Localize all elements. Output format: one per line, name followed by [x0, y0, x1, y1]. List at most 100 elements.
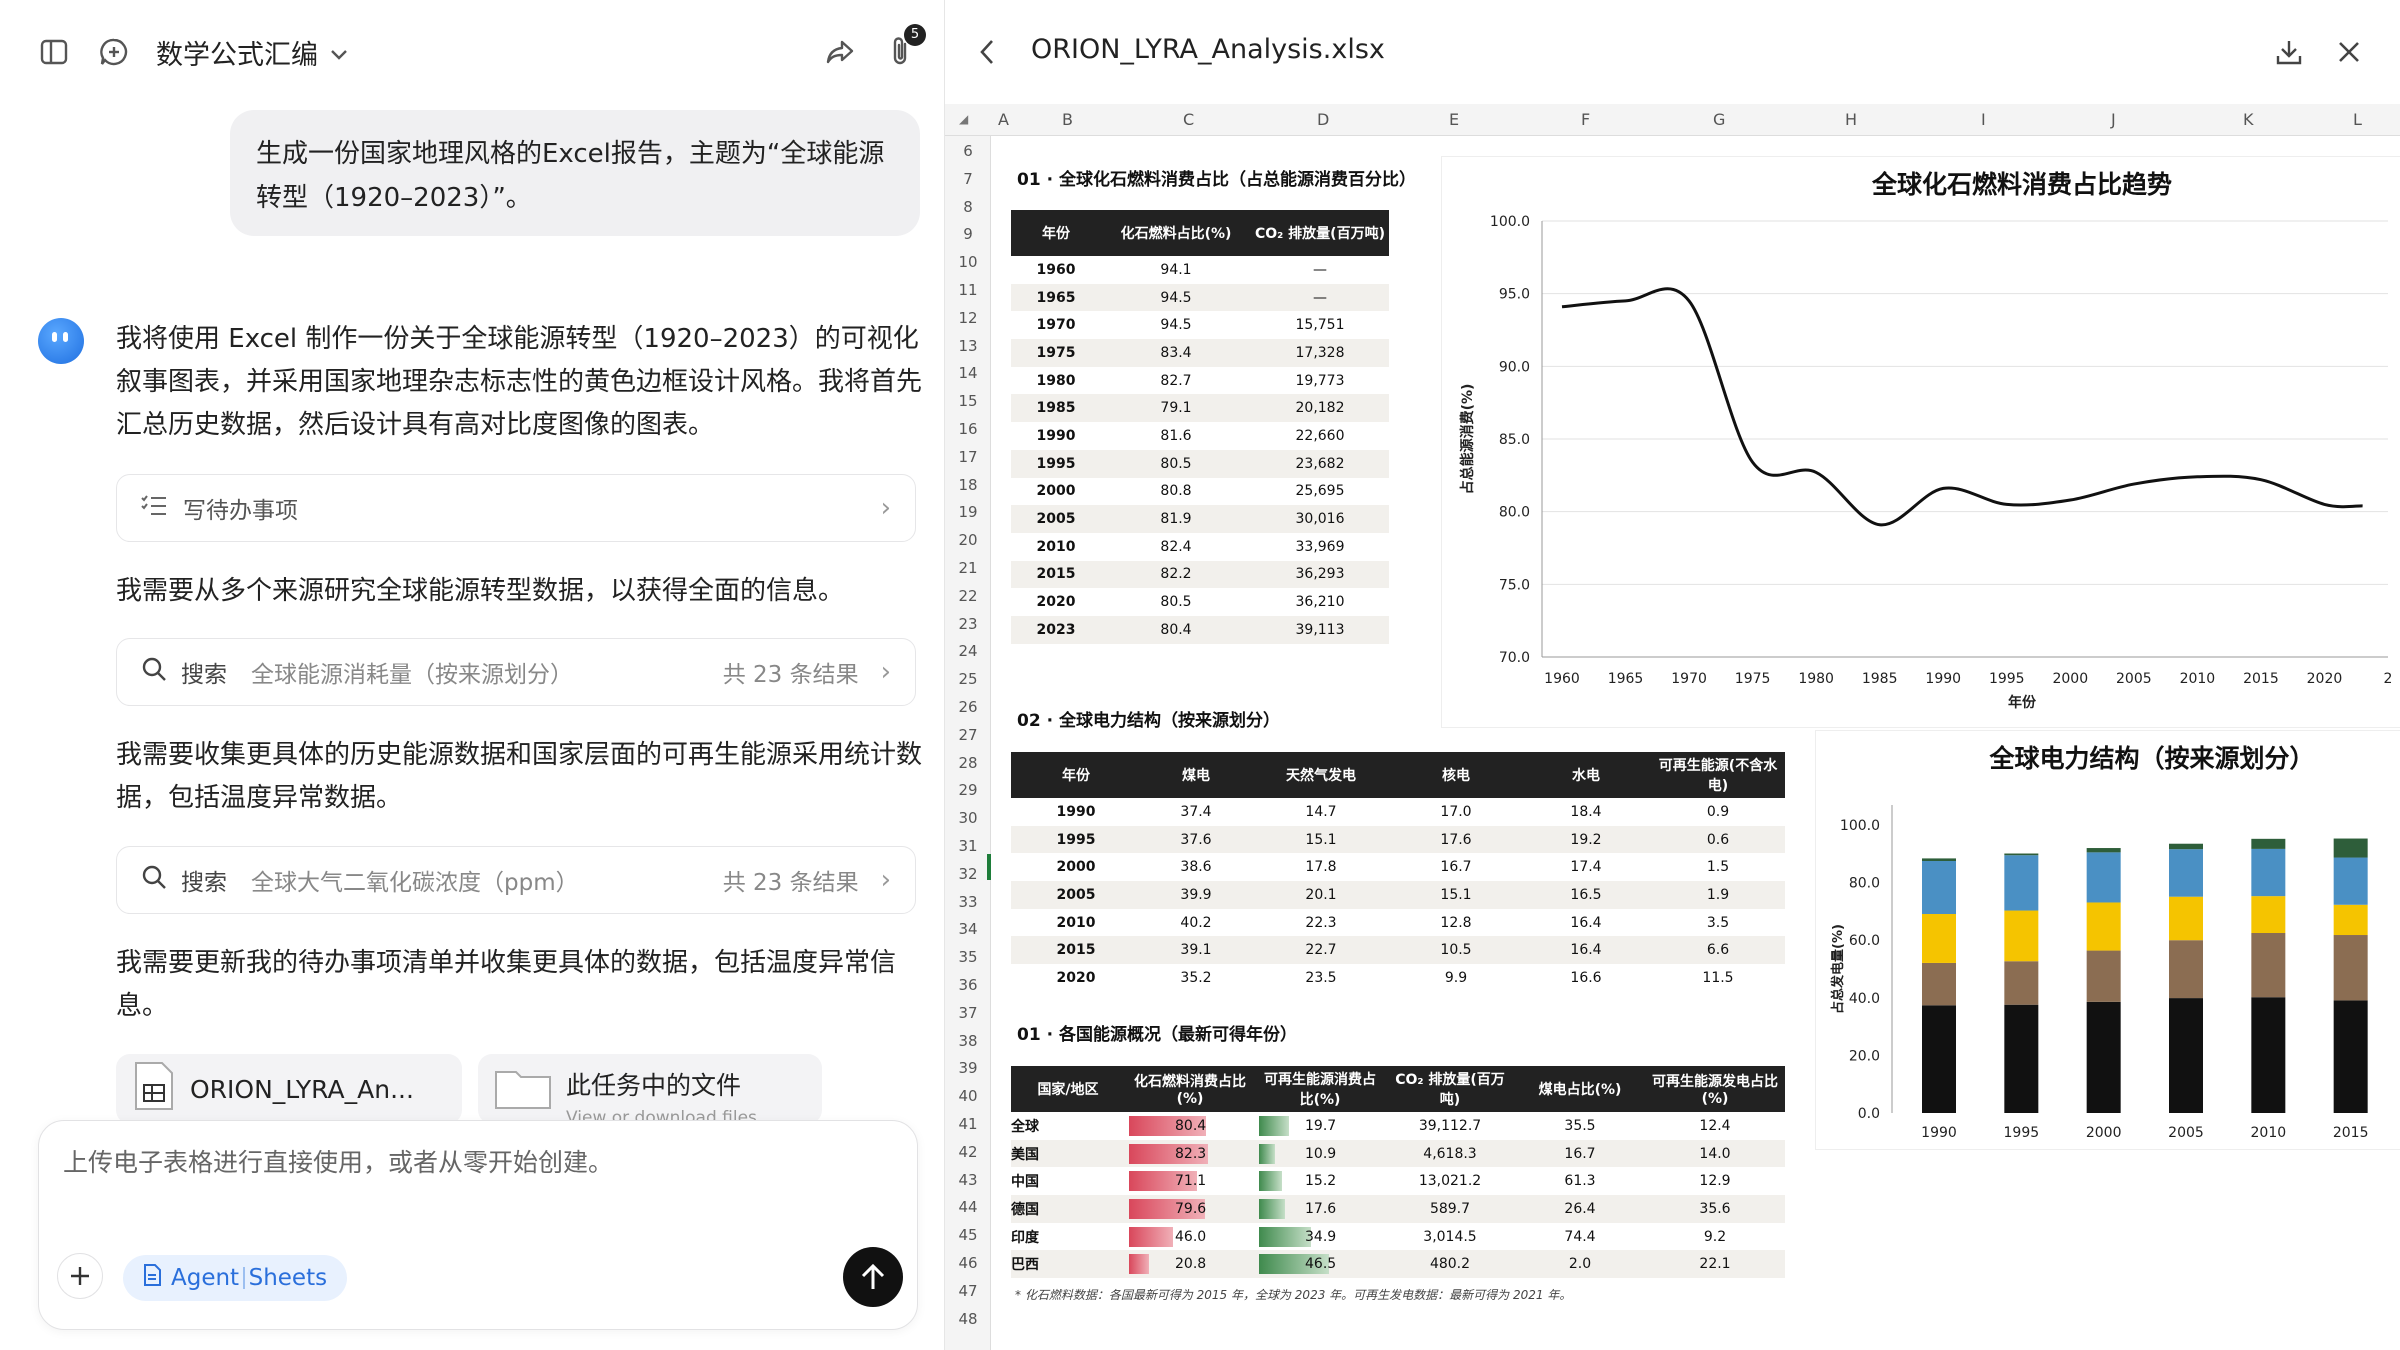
table-cell[interactable]: 1970	[1011, 311, 1101, 339]
table-cell[interactable]: 37.6	[1141, 825, 1251, 854]
col-header[interactable]: D	[1317, 110, 1329, 129]
row-header[interactable]: 46	[945, 1254, 991, 1272]
row-header[interactable]: 48	[945, 1310, 991, 1328]
table-cell[interactable]: 16.4	[1521, 909, 1651, 937]
close-icon[interactable]	[2331, 34, 2367, 70]
row-header[interactable]: 17	[945, 448, 991, 466]
row-header[interactable]: 10	[945, 253, 991, 271]
table-cell[interactable]: 30,016	[1251, 505, 1389, 533]
table-cell[interactable]: 16.6	[1521, 964, 1651, 992]
row-header[interactable]: 22	[945, 587, 991, 605]
table-cell[interactable]: 中国	[1011, 1167, 1125, 1195]
table-cell[interactable]: 2000	[1011, 478, 1101, 506]
table-cell[interactable]: 17.6	[1255, 1195, 1385, 1223]
table-cell[interactable]: 39.1	[1141, 936, 1251, 965]
table-cell[interactable]: 33,969	[1251, 533, 1389, 561]
table-cell[interactable]: 94.5	[1101, 311, 1251, 339]
row-header[interactable]: 35	[945, 948, 991, 966]
sidebar-toggle-icon[interactable]	[36, 34, 72, 70]
table-cell[interactable]: 16.4	[1521, 936, 1651, 965]
table-cell[interactable]: 20.1	[1251, 881, 1391, 909]
table-cell[interactable]: 15.1	[1251, 825, 1391, 854]
row-header[interactable]: 18	[945, 476, 991, 494]
table-cell[interactable]: 94.1	[1101, 256, 1251, 284]
row-header[interactable]: 16	[945, 420, 991, 438]
table-cell[interactable]: 印度	[1011, 1223, 1125, 1251]
table-cell[interactable]: 德国	[1011, 1195, 1125, 1223]
message-input[interactable]: 上传电子表格进行直接使用，或者从零开始创建。	[63, 1143, 613, 1179]
row-header[interactable]: 30	[945, 809, 991, 827]
row-header[interactable]: 20	[945, 531, 991, 549]
table-cell[interactable]: 1985	[1011, 394, 1101, 423]
table-cell[interactable]: 80.8	[1101, 478, 1251, 506]
chat-title-dropdown[interactable]: 数学公式汇编	[156, 32, 348, 72]
table-cell[interactable]: 589.7	[1385, 1195, 1515, 1223]
table-cell[interactable]: 19.7	[1255, 1112, 1385, 1140]
table-cell[interactable]: 16.7	[1391, 853, 1521, 881]
add-button[interactable]	[57, 1253, 103, 1299]
send-button[interactable]	[843, 1247, 903, 1307]
row-header[interactable]: 13	[945, 337, 991, 355]
table-cell[interactable]: 12.9	[1645, 1167, 1785, 1195]
col-header[interactable]: L	[2353, 110, 2362, 129]
table-cell[interactable]: 6.6	[1651, 936, 1785, 965]
table-cell[interactable]: 480.2	[1385, 1250, 1515, 1279]
table-cell[interactable]: 17.4	[1521, 853, 1651, 881]
table-cell[interactable]: 14.0	[1645, 1139, 1785, 1168]
download-icon[interactable]	[2271, 34, 2307, 70]
table-cell[interactable]: 16.5	[1521, 881, 1651, 909]
col-header[interactable]: K	[2243, 110, 2254, 129]
table-cell[interactable]: 2015	[1011, 560, 1101, 589]
table-cell[interactable]: 74.4	[1515, 1223, 1645, 1251]
col-header[interactable]: J	[2111, 110, 2116, 129]
message-input-box[interactable]: 上传电子表格进行直接使用，或者从零开始创建。 Agent Sheets	[38, 1120, 918, 1330]
row-header[interactable]: 39	[945, 1059, 991, 1077]
row-header[interactable]: 7	[945, 170, 991, 188]
table-cell[interactable]: 1.5	[1651, 853, 1785, 881]
table-cell[interactable]: —	[1251, 283, 1389, 312]
table-cell[interactable]: 23.5	[1251, 964, 1391, 992]
table-cell[interactable]: 10.9	[1255, 1139, 1385, 1168]
row-header[interactable]: 40	[945, 1087, 991, 1105]
table-cell[interactable]: 2010	[1011, 909, 1141, 937]
table-cell[interactable]: —	[1251, 256, 1389, 284]
table-cell[interactable]: 22.1	[1645, 1250, 1785, 1279]
table-cell[interactable]: 82.4	[1101, 533, 1251, 561]
table-cell[interactable]: 82.7	[1101, 367, 1251, 395]
row-header[interactable]: 28	[945, 754, 991, 772]
new-chat-icon[interactable]	[96, 34, 132, 70]
table-cell[interactable]: 2023	[1011, 615, 1101, 644]
table-cell[interactable]: 全球	[1011, 1112, 1125, 1140]
table-cell[interactable]: 82.2	[1101, 560, 1251, 589]
table-cell[interactable]: 10.5	[1391, 936, 1521, 965]
row-header[interactable]: 37	[945, 1004, 991, 1022]
table-cell[interactable]: 2020	[1011, 964, 1141, 992]
table-cell[interactable]: 18.4	[1521, 798, 1651, 826]
table-cell[interactable]: 35.6	[1645, 1195, 1785, 1223]
table-cell[interactable]: 1990	[1011, 798, 1141, 826]
row-header[interactable]: 24	[945, 642, 991, 660]
table-cell[interactable]: 25,695	[1251, 478, 1389, 506]
table-cell[interactable]: 83.4	[1101, 339, 1251, 367]
row-header[interactable]: 36	[945, 976, 991, 994]
row-header[interactable]: 6	[945, 142, 991, 160]
row-header[interactable]: 12	[945, 309, 991, 327]
table-cell[interactable]: 35.2	[1141, 964, 1251, 992]
table-cell[interactable]: 81.9	[1101, 505, 1251, 533]
row-header[interactable]: 29	[945, 781, 991, 799]
col-header[interactable]: F	[1581, 110, 1590, 129]
table-cell[interactable]: 17.0	[1391, 798, 1521, 826]
table-cell[interactable]: 1960	[1011, 256, 1101, 284]
row-header[interactable]: 43	[945, 1171, 991, 1189]
row-header[interactable]: 21	[945, 559, 991, 577]
row-header[interactable]: 34	[945, 920, 991, 938]
table-cell[interactable]: 61.3	[1515, 1167, 1645, 1195]
table-cell[interactable]: 26.4	[1515, 1195, 1645, 1223]
table-cell[interactable]: 15.2	[1255, 1167, 1385, 1195]
row-header[interactable]: 45	[945, 1226, 991, 1244]
table-cell[interactable]: 2015	[1011, 936, 1141, 965]
row-header[interactable]: 38	[945, 1032, 991, 1050]
table-cell[interactable]: 4,618.3	[1385, 1139, 1515, 1168]
table-cell[interactable]: 20,182	[1251, 394, 1389, 423]
col-header[interactable]: B	[1062, 110, 1073, 129]
